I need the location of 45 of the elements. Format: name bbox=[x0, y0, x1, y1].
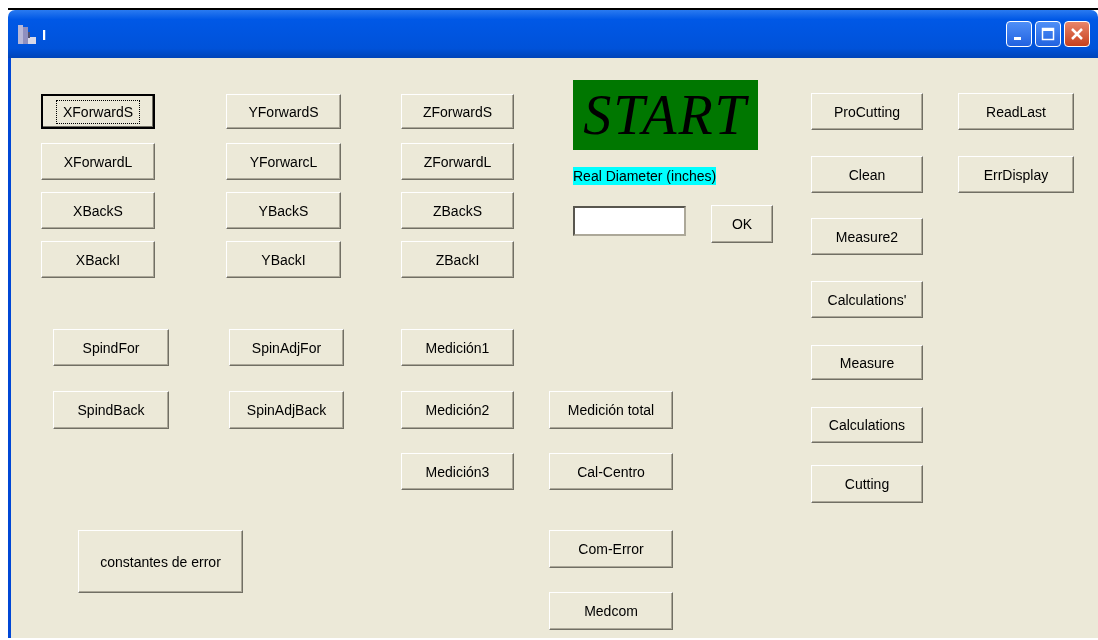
command-button[interactable]: Calculations' bbox=[811, 281, 923, 318]
start-banner: START bbox=[573, 80, 758, 150]
diameter-label: Real Diameter (inches) bbox=[573, 167, 717, 185]
command-button[interactable]: SpindBack bbox=[53, 391, 169, 429]
command-button[interactable]: Measure2 bbox=[811, 218, 923, 255]
command-button[interactable]: Measure bbox=[811, 345, 923, 380]
window-title: I bbox=[42, 25, 47, 43]
command-button[interactable]: ReadLast bbox=[958, 93, 1074, 130]
command-button[interactable]: ZBackS bbox=[401, 192, 514, 229]
command-button[interactable]: ZForwardS bbox=[401, 94, 514, 129]
command-button[interactable]: ErrDisplay bbox=[958, 156, 1074, 193]
command-button[interactable]: XBackI bbox=[41, 241, 155, 278]
command-button[interactable]: Com-Error bbox=[549, 530, 673, 568]
command-button[interactable]: XForwardS bbox=[41, 94, 155, 129]
diameter-input[interactable] bbox=[573, 206, 686, 236]
command-button[interactable]: Cal-Centro bbox=[549, 453, 673, 490]
command-button[interactable]: XForwardL bbox=[41, 143, 155, 180]
close-icon bbox=[1070, 27, 1084, 41]
command-button[interactable]: YForwardS bbox=[226, 94, 341, 129]
command-button[interactable]: YBackI bbox=[226, 241, 341, 278]
command-button[interactable]: Cutting bbox=[811, 465, 923, 503]
command-button[interactable]: SpindFor bbox=[53, 329, 169, 366]
command-button[interactable]: Medición1 bbox=[401, 329, 514, 366]
app-icon bbox=[16, 22, 38, 46]
minimize-icon bbox=[1013, 36, 1021, 40]
command-button[interactable]: ZBackI bbox=[401, 241, 514, 278]
command-button[interactable]: Medición3 bbox=[401, 453, 514, 490]
command-button[interactable]: ProCutting bbox=[811, 93, 923, 130]
command-button[interactable]: YForwarcL bbox=[226, 143, 341, 180]
maximize-button[interactable] bbox=[1035, 21, 1061, 47]
command-button[interactable]: Calculations bbox=[811, 407, 923, 443]
command-button[interactable]: YBackS bbox=[226, 192, 341, 229]
command-button[interactable]: SpinAdjBack bbox=[229, 391, 344, 429]
command-button[interactable]: Medcom bbox=[549, 592, 673, 630]
command-button[interactable]: SpinAdjFor bbox=[229, 329, 344, 366]
command-button[interactable]: XBackS bbox=[41, 192, 155, 229]
command-button[interactable]: Clean bbox=[811, 156, 923, 193]
command-button[interactable]: OK bbox=[711, 205, 773, 243]
command-button[interactable]: Medición total bbox=[549, 391, 673, 429]
maximize-icon bbox=[1041, 27, 1055, 41]
command-button[interactable]: Medición2 bbox=[401, 391, 514, 429]
close-button[interactable] bbox=[1064, 21, 1090, 47]
command-button[interactable]: ZForwardL bbox=[401, 143, 514, 180]
minimize-button[interactable] bbox=[1006, 21, 1032, 47]
command-button[interactable]: constantes de error bbox=[78, 530, 243, 593]
